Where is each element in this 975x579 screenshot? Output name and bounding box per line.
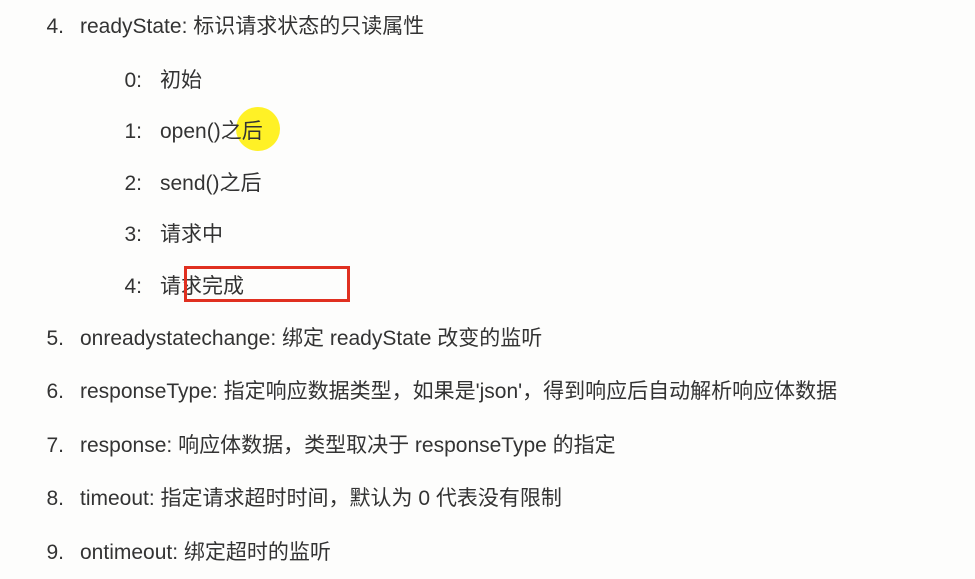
sub-item-2: 2: send()之后 [80, 167, 945, 201]
property-desc: 标识请求状态的只读属性 [193, 15, 424, 38]
sub-number: 1: [80, 115, 160, 149]
item-number: 5. [30, 322, 80, 356]
property-label: responseType: [80, 380, 218, 403]
sub-text: 初始 [160, 64, 945, 98]
property-desc: 指定响应数据类型，如果是'json'，得到响应后自动解析响应体数据 [224, 380, 838, 403]
list-item-7: 7. response: 响应体数据，类型取决于 responseType 的指… [30, 429, 945, 463]
property-desc: 绑定超时的监听 [184, 541, 331, 564]
sub-text: 请求中 [160, 218, 945, 252]
sub-number: 4: [80, 270, 160, 304]
item-content: response: 响应体数据，类型取决于 responseType 的指定 [80, 429, 945, 463]
red-box-highlight-icon [184, 266, 350, 302]
item-number: 8. [30, 482, 80, 516]
sub-item-4: 4: 请求完成 [80, 270, 945, 304]
item-content: responseType: 指定响应数据类型，如果是'json'，得到响应后自动… [80, 375, 945, 409]
property-label: ontimeout: [80, 541, 178, 564]
list-item-6: 6. responseType: 指定响应数据类型，如果是'json'，得到响应… [30, 375, 945, 409]
item-number: 9. [30, 536, 80, 570]
list-item-4: 4. readyState: 标识请求状态的只读属性 [30, 10, 945, 44]
item-number: 4. [30, 10, 80, 44]
property-label: timeout: [80, 487, 155, 510]
item-content: readyState: 标识请求状态的只读属性 [80, 10, 945, 44]
sub-list: 0: 初始 1: open()之后 2: send()之后 3: 请求中 4: … [80, 64, 945, 304]
item-content: onreadystatechange: 绑定 readyState 改变的监听 [80, 322, 945, 356]
property-label: response: [80, 434, 172, 457]
sub-number: 2: [80, 167, 160, 201]
property-label: onreadystatechange: [80, 327, 276, 350]
property-desc: 响应体数据，类型取决于 responseType 的指定 [178, 434, 616, 457]
sub-number: 3: [80, 218, 160, 252]
item-content: timeout: 指定请求超时时间，默认为 0 代表没有限制 [80, 482, 945, 516]
property-desc: 绑定 readyState 改变的监听 [282, 327, 542, 350]
item-number: 6. [30, 375, 80, 409]
item-content: ontimeout: 绑定超时的监听 [80, 536, 945, 570]
item-number: 7. [30, 429, 80, 463]
sub-number: 0: [80, 64, 160, 98]
sub-item-3: 3: 请求中 [80, 218, 945, 252]
list-item-5: 5. onreadystatechange: 绑定 readyState 改变的… [30, 322, 945, 356]
list-item-8: 8. timeout: 指定请求超时时间，默认为 0 代表没有限制 [30, 482, 945, 516]
sub-item-1: 1: open()之后 [80, 115, 945, 149]
property-label: readyState: [80, 15, 187, 38]
property-desc: 指定请求超时时间，默认为 0 代表没有限制 [161, 487, 562, 510]
list-item-9: 9. ontimeout: 绑定超时的监听 [30, 536, 945, 570]
sub-item-0: 0: 初始 [80, 64, 945, 98]
sub-text: open()之后 [160, 115, 945, 149]
sub-text: send()之后 [160, 167, 945, 201]
